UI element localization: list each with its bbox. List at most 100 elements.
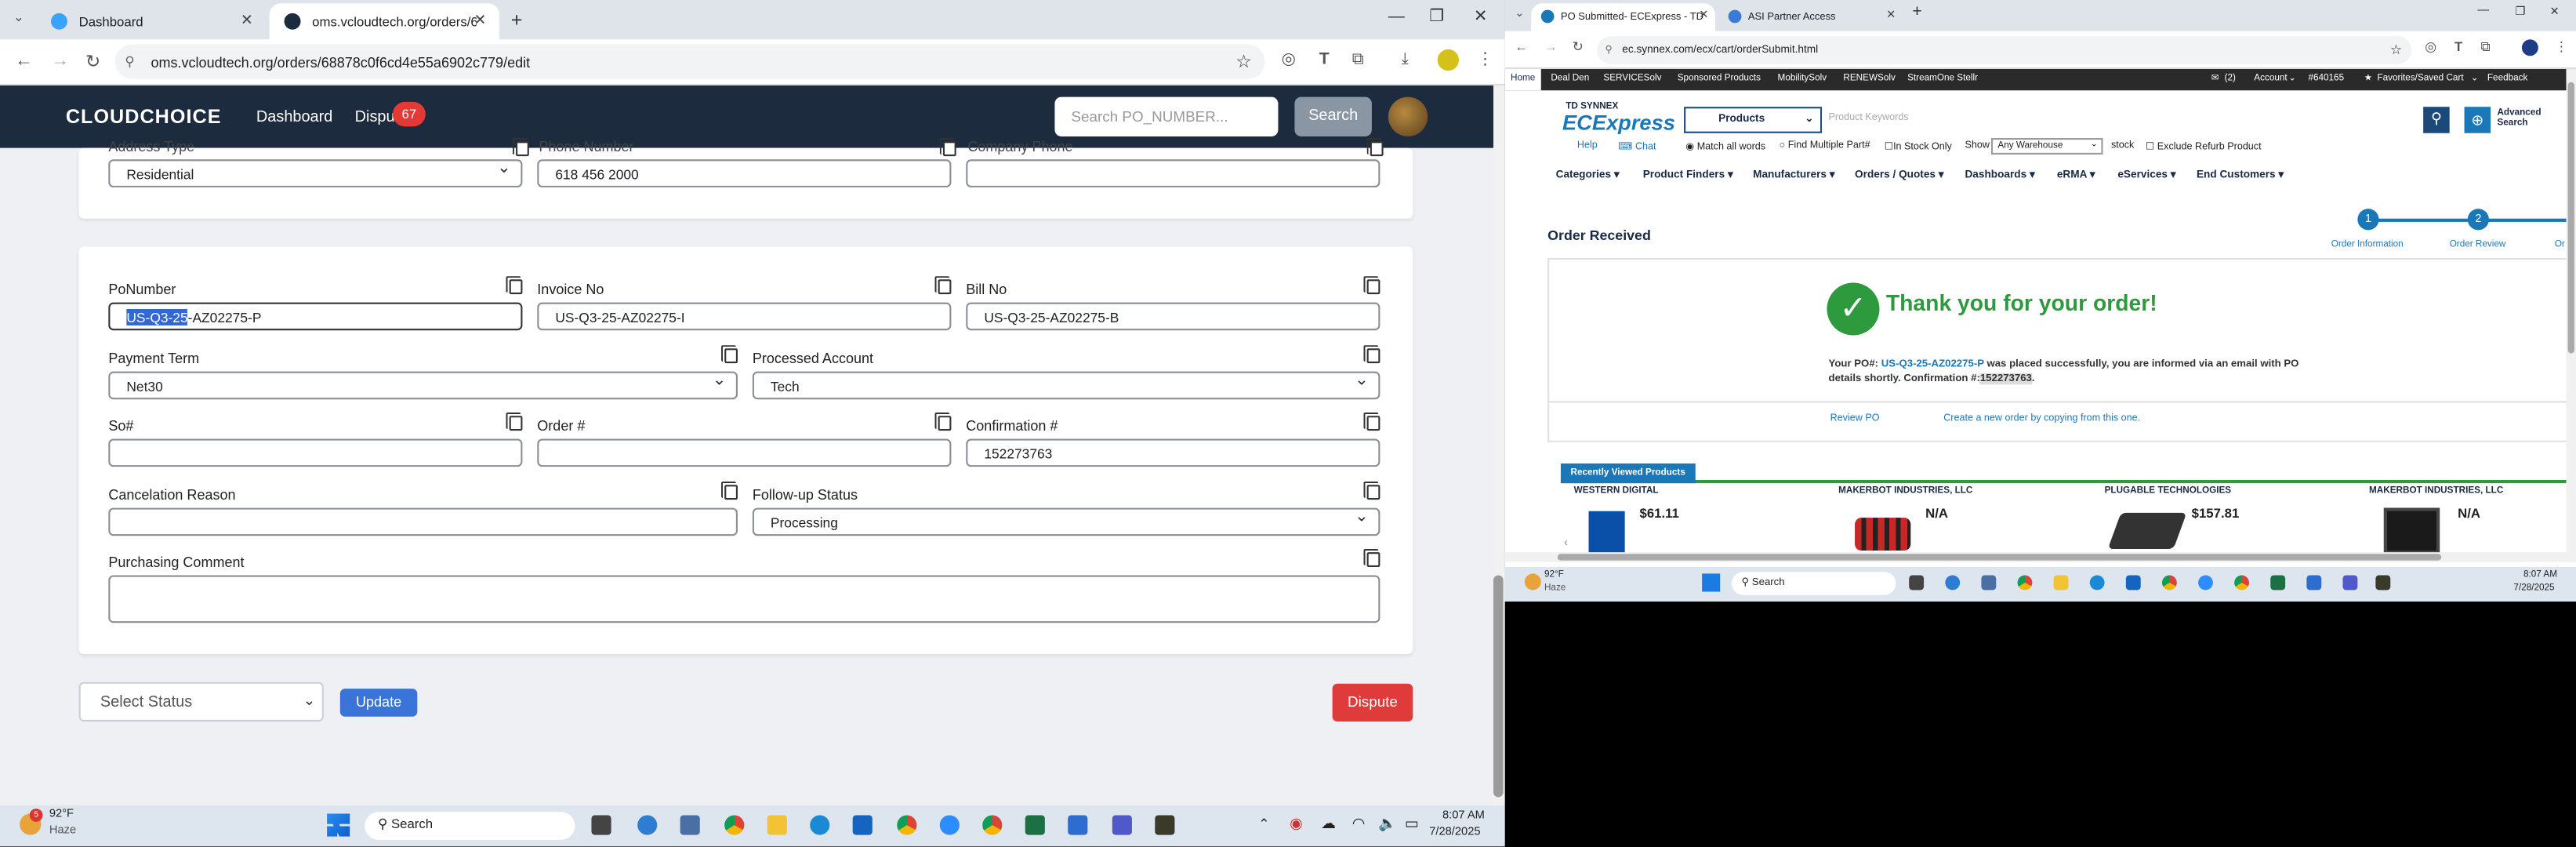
- copy-icon[interactable]: [939, 138, 956, 157]
- menu-product-finders[interactable]: Product Finders ▾: [1643, 168, 1733, 181]
- copy-icon[interactable]: [512, 138, 529, 157]
- ecx-mail-count[interactable]: (2): [2225, 74, 2236, 84]
- profile-icon[interactable]: [2521, 39, 2538, 56]
- copilot-icon[interactable]: [1945, 575, 1961, 591]
- volume-icon[interactable]: 🔈: [1378, 815, 1397, 833]
- ecx-account-link[interactable]: Account: [2254, 74, 2287, 84]
- task-view-icon[interactable]: [1909, 575, 1925, 591]
- po-number-link[interactable]: US-Q3-25-AZ02275-P: [1881, 358, 1984, 370]
- menu-kebab-icon[interactable]: ⋮: [1477, 51, 1493, 69]
- po-search-input[interactable]: Search PO_NUMBER...: [1054, 96, 1279, 136]
- ecx-streamone-link[interactable]: StreamOne Stellr: [1907, 74, 1978, 84]
- review-po-link[interactable]: Review PO: [1830, 414, 1880, 424]
- so-field[interactable]: [108, 438, 523, 467]
- help-link[interactable]: Help: [1577, 141, 1598, 151]
- menu-erma[interactable]: eRMA ▾: [2057, 168, 2095, 181]
- nav-dashboard[interactable]: Dashboard: [256, 108, 332, 126]
- invoice-field[interactable]: US-Q3-25-AZ02275-I: [537, 302, 952, 331]
- warehouse-select[interactable]: Any Warehouse ⌄: [1990, 138, 2103, 154]
- extension-icon[interactable]: ◎: [2425, 39, 2436, 54]
- search-button[interactable]: Search: [1294, 96, 1372, 136]
- maximize-icon[interactable]: ❐: [2516, 5, 2526, 18]
- tab-order-edit[interactable]: oms.vcloudtech.org/orders/68 ✕: [269, 3, 500, 40]
- minimize-icon[interactable]: —: [1388, 8, 1405, 26]
- download-icon[interactable]: ⤓: [1402, 51, 1409, 69]
- back-icon[interactable]: ←: [1515, 39, 1528, 54]
- menu-dashboards[interactable]: Dashboards ▾: [1965, 168, 2034, 181]
- reload-icon[interactable]: ↻: [85, 51, 100, 72]
- excel-icon[interactable]: [2270, 575, 2286, 591]
- chat-link[interactable]: ⌨ Chat: [1618, 141, 1656, 153]
- calculator-icon[interactable]: [680, 815, 700, 835]
- menu-manufacturers[interactable]: Manufacturers ▾: [1753, 168, 1835, 181]
- tab-po-submitted[interactable]: PO Submitted- ECExpress - TD ✕: [1531, 3, 1715, 31]
- new-tab-icon[interactable]: +: [1912, 3, 1921, 21]
- vertical-scroll-thumb[interactable]: [2567, 82, 2574, 354]
- tab-dashboard[interactable]: Dashboard ✕: [36, 3, 266, 39]
- weather-icon[interactable]: [1524, 573, 1541, 591]
- translate-icon[interactable]: T: [1319, 51, 1330, 69]
- copy-icon[interactable]: [721, 345, 738, 364]
- mail-icon[interactable]: ✉: [2211, 74, 2219, 84]
- extension-icon[interactable]: ◎: [1282, 51, 1296, 69]
- copy-icon[interactable]: [1363, 548, 1381, 568]
- menu-kebab-icon[interactable]: ⋮: [2555, 39, 2568, 54]
- close-icon[interactable]: ✕: [1699, 8, 1708, 22]
- copy-icon[interactable]: [506, 413, 523, 431]
- calculator-icon[interactable]: [1981, 575, 1997, 591]
- product-thumbnail[interactable]: [2107, 512, 2187, 549]
- windows-start-icon[interactable]: [1702, 573, 1721, 592]
- back-icon[interactable]: ←: [15, 51, 33, 71]
- tab-asi-partner[interactable]: ASI Partner Access ✕: [1718, 3, 1903, 31]
- chrome-icon[interactable]: [2017, 575, 2033, 591]
- address-bar[interactable]: ⚲ ec.synnex.com/ecx/cart/orderSubmit.htm…: [1597, 36, 2412, 64]
- reload-icon[interactable]: ↻: [1573, 39, 1584, 54]
- ecx-servicesolv-link[interactable]: SERVICESolv: [1603, 74, 1661, 84]
- tab-list-icon[interactable]: ⌄: [1515, 6, 1524, 20]
- dispute-button[interactable]: Dispute: [1332, 683, 1413, 722]
- product-thumbnail[interactable]: [2383, 507, 2440, 554]
- address-bar[interactable]: ⚲ oms.vcloudtech.org/orders/68878c0f6cd4…: [114, 44, 1265, 79]
- teams-icon[interactable]: [2342, 575, 2358, 591]
- select-status-dropdown[interactable]: Select Status ⌄: [78, 682, 324, 722]
- clock-time[interactable]: 8:07 AM: [1442, 810, 1485, 822]
- new-tab-icon[interactable]: +: [511, 8, 523, 31]
- ecx-mobilitysolv-link[interactable]: MobilitySolv: [1778, 74, 1827, 84]
- puzzle-extensions-icon[interactable]: ⧉: [1352, 51, 1364, 69]
- taskbar-search[interactable]: ⚲ Search: [1731, 572, 1896, 595]
- bill-no-field[interactable]: US-Q3-25-AZ02275-B: [966, 302, 1381, 331]
- copy-icon[interactable]: [1366, 138, 1384, 157]
- zoom-icon[interactable]: [939, 815, 960, 835]
- copy-icon[interactable]: [934, 413, 952, 431]
- app-logo[interactable]: CLOUDCHOICE: [66, 105, 222, 128]
- close-window-icon[interactable]: ✕: [1474, 8, 1488, 26]
- advanced-search-icon[interactable]: ⊕: [2464, 107, 2491, 133]
- ecx-sponsored-link[interactable]: Sponsored Products: [1678, 74, 1761, 84]
- carousel-prev-icon[interactable]: ‹: [1564, 537, 1568, 549]
- address-type-select[interactable]: Residential: [108, 159, 523, 187]
- app-icon[interactable]: [1068, 815, 1088, 835]
- clock-date[interactable]: 7/28/2025: [1429, 827, 1480, 838]
- copy-icon[interactable]: [1363, 345, 1381, 364]
- wifi-icon[interactable]: ◠: [1352, 815, 1365, 833]
- site-info-icon[interactable]: ⚲: [125, 54, 134, 69]
- copy-icon[interactable]: [1363, 413, 1381, 431]
- profile-icon[interactable]: [1437, 49, 1459, 71]
- product-keyword-input[interactable]: Product Keywords: [1822, 108, 2422, 132]
- ecx-renewsolv-link[interactable]: RENEWSolv: [1843, 74, 1895, 84]
- maximize-icon[interactable]: ❐: [1429, 8, 1444, 26]
- find-multiple-radio[interactable]: ○ Find Multiple Part#: [1780, 141, 1870, 151]
- recently-viewed-tab[interactable]: Recently Viewed Products: [1560, 463, 1696, 484]
- app-icon[interactable]: [2306, 575, 2322, 591]
- tab-list-icon[interactable]: ⌄: [13, 10, 24, 25]
- edge-icon[interactable]: [2089, 575, 2105, 591]
- order-number-field[interactable]: [537, 438, 952, 467]
- purchasing-comment-textarea[interactable]: [108, 575, 1381, 623]
- close-window-icon[interactable]: ✕: [2550, 5, 2560, 18]
- clock-time[interactable]: 8:07 AM: [2523, 570, 2557, 580]
- copy-icon[interactable]: [721, 482, 738, 500]
- phone-field[interactable]: 618 456 2000: [537, 159, 952, 187]
- chrome-profile-icon[interactable]: [2234, 575, 2250, 591]
- forward-icon[interactable]: →: [51, 51, 69, 71]
- sticky-app-icon[interactable]: [2375, 575, 2391, 591]
